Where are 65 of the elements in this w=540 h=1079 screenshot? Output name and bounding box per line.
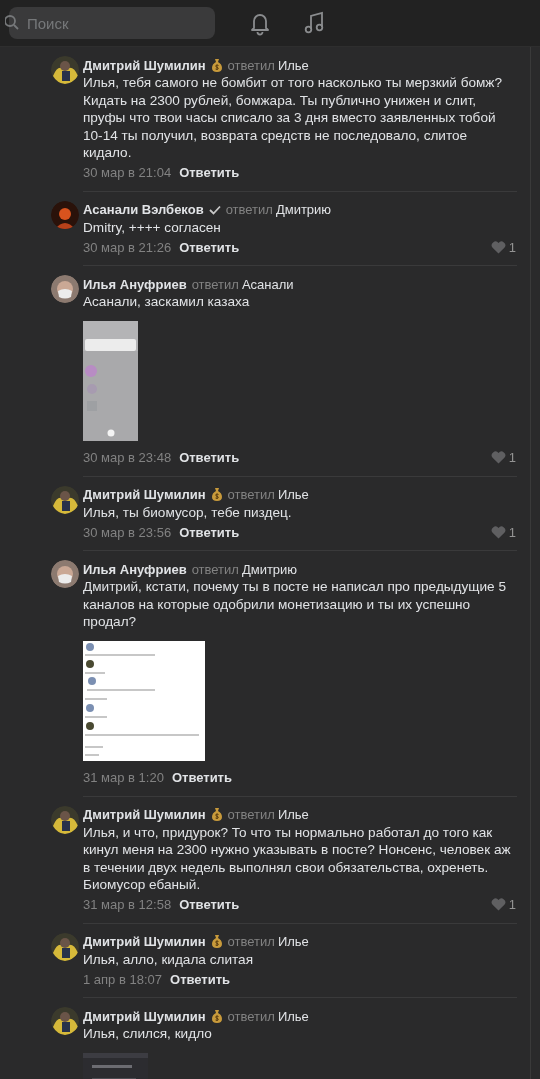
- author-name[interactable]: Дмитрий Шумилин: [83, 57, 206, 73]
- search-field[interactable]: Поиск: [9, 7, 215, 39]
- comment-text: Илья, тебя самого не бомбит от того насколько ты мерзкий бомж? Кидать на 2300 рублей, бомжара. Ты публично унижен и слит, пруфы что твои часы списало за 3 дня вместо заявленных тобой 10-14 ты получил, возврата средств не последовало, слитое кидало.: [83, 74, 503, 162]
- avatar[interactable]: [51, 805, 79, 834]
- avatar[interactable]: [51, 1007, 79, 1035]
- author-name[interactable]: Дмитрий Шумилин: [83, 807, 206, 822]
- author-name[interactable]: Дмитрий Шумилин: [83, 487, 206, 502]
- reply-to-name[interactable]: Илье: [277, 487, 309, 502]
- comment-date: 30 мар в 21:26: [83, 239, 172, 255]
- comment-text: Илья, ты биомусор, тебе пиздец.: [83, 503, 293, 521]
- avatar[interactable]: [51, 560, 79, 588]
- author-name[interactable]: Дмитрий Шумилин: [83, 1008, 206, 1024]
- avatar[interactable]: [51, 275, 79, 303]
- comment-date: 30 мар в 21:04: [83, 165, 172, 180]
- reply-note: ответил: [227, 487, 275, 502]
- reply-to-name[interactable]: Илье: [277, 57, 309, 73]
- like-count: 1: [508, 897, 516, 912]
- reply-link[interactable]: Ответить: [179, 239, 240, 255]
- money-bag-icon: [210, 57, 223, 73]
- reply-to-name[interactable]: Илье: [277, 934, 309, 949]
- reply-note: ответил: [227, 934, 275, 949]
- like-count: 1: [508, 524, 516, 540]
- reply-to-name[interactable]: Илье: [277, 1008, 309, 1024]
- author-name[interactable]: Асанали Вэлбеков: [83, 202, 204, 217]
- comment-date: 30 мар в 23:48: [83, 450, 172, 465]
- money-bag-icon: [210, 934, 223, 949]
- reply-note: ответил: [227, 1008, 275, 1024]
- reply-link[interactable]: Ответить: [179, 165, 240, 180]
- avatar[interactable]: [51, 932, 79, 961]
- comment-date: 31 мар в 12:58: [83, 897, 172, 912]
- reply-link[interactable]: Ответить: [179, 524, 240, 540]
- reply-to-name[interactable]: Илье: [277, 807, 309, 822]
- avatar[interactable]: [51, 485, 79, 514]
- reply-note: ответил: [227, 57, 275, 73]
- reply-link[interactable]: Ответить: [171, 770, 232, 785]
- search-icon: [5, 15, 19, 31]
- comment-date: 30 мар в 23:56: [83, 524, 172, 540]
- reply-link[interactable]: Ответить: [179, 450, 240, 465]
- comment-text: Асанали, заскамил казаха: [83, 293, 251, 311]
- comment-text: Илья, алло, кидала слитая: [83, 950, 254, 968]
- comment-text: Илья, слился, кидло: [83, 1025, 213, 1043]
- comment-date: 1 апр в 18:07: [83, 971, 162, 987]
- reply-to-name[interactable]: Асанали: [241, 276, 294, 292]
- comment-text: Dmitry, ++++ согласен: [83, 218, 222, 236]
- comment-text: Дмитрий, кстати, почему ты в посте не написал про предыдущие 5 каналов на которые одобрили монетизацию и ты их успешно продал?: [83, 578, 507, 631]
- reply-note: ответил: [225, 202, 273, 217]
- reply-note: ответил: [227, 807, 275, 822]
- money-bag-icon: [210, 487, 223, 502]
- reply-to-name[interactable]: Дмитрию: [275, 202, 332, 217]
- reply-note: ответил: [191, 561, 239, 577]
- author-name[interactable]: Илья Ануфриев: [83, 561, 187, 577]
- author-name[interactable]: Дмитрий Шумилин: [83, 934, 206, 949]
- reply-note: ответил: [191, 276, 239, 292]
- reply-link[interactable]: Ответить: [179, 897, 240, 912]
- author-name[interactable]: Илья Ануфриев: [83, 276, 187, 292]
- comment-date: 31 мар в 1:20: [83, 770, 164, 785]
- avatar[interactable]: [51, 56, 79, 84]
- reply-to-name[interactable]: Дмитрию: [241, 561, 298, 577]
- comment-text: Илья, и что, придурок? То что ты нормально работал до того как кинул меня на 2300 нужно указывать в посте? Нонсенс, человек аж в течении двух недель выполнял свои обязательства, охренеть. Биомусор ебаный.: [83, 823, 512, 894]
- money-bag-icon: [210, 1008, 223, 1024]
- reply-link[interactable]: Ответить: [170, 971, 231, 987]
- like-count: 1: [508, 450, 516, 465]
- checkmark-icon: [208, 204, 221, 215]
- money-bag-icon: [210, 807, 223, 822]
- like-count: 1: [508, 239, 516, 255]
